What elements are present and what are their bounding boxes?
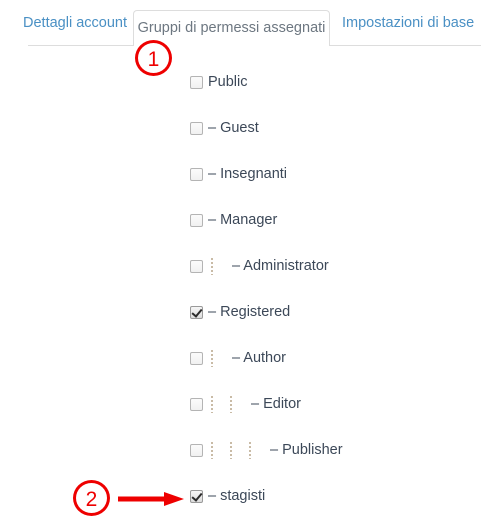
permission-group-label: – Manager <box>208 212 278 228</box>
tab-gruppi-di-permessi-assegnati[interactable]: Gruppi di permessi assegnati <box>133 10 330 46</box>
permission-group-label: – Guest <box>208 120 259 136</box>
permission-group-checkbox[interactable] <box>190 168 203 181</box>
annotation-arrow-icon <box>118 492 184 506</box>
tab-gruppi-di-permessi-assegnati-label: Gruppi di permessi assegnati <box>137 20 326 36</box>
tree-indent-guide <box>211 258 213 275</box>
permission-group-row: – Registered <box>0 302 503 326</box>
permission-group-row: – Editor <box>0 394 503 418</box>
permission-group-label: – Insegnanti <box>208 166 288 182</box>
tab-dettagli-account[interactable]: Dettagli account <box>23 14 127 32</box>
permission-group-row: – Insegnanti <box>0 164 503 188</box>
permission-group-checkbox[interactable] <box>190 490 203 503</box>
permission-group-row: Public <box>0 72 503 96</box>
permission-group-checkbox[interactable] <box>190 398 203 411</box>
permission-group-row: – Manager <box>0 210 503 234</box>
tree-indent-guide <box>249 442 251 459</box>
permission-group-checkbox[interactable] <box>190 214 203 227</box>
permission-group-row: – Administrator <box>0 256 503 280</box>
permission-group-row: – Publisher <box>0 440 503 464</box>
permission-group-label: – stagisti <box>208 488 266 504</box>
tree-indent-guide <box>211 396 213 413</box>
permission-group-checkbox[interactable] <box>190 260 203 273</box>
tree-indent-guide <box>230 442 232 459</box>
permission-group-label: Public <box>208 74 248 90</box>
permission-group-checkbox[interactable] <box>190 352 203 365</box>
permission-group-row: – Author <box>0 348 503 372</box>
tab-bar: Dettagli account Gruppi di permessi asse… <box>0 0 503 46</box>
tree-indent-guide <box>211 442 213 459</box>
permission-group-row: – Guest <box>0 118 503 142</box>
tree-indent-guide <box>211 350 213 367</box>
permission-group-label: – Publisher <box>270 442 343 458</box>
annotation-marker-1-label: 1 <box>147 48 160 71</box>
annotation-marker-2-label: 2 <box>85 488 98 511</box>
annotation-marker-2: 2 <box>73 480 110 516</box>
permission-group-label: – Registered <box>208 304 291 320</box>
annotation-marker-1: 1 <box>135 40 172 76</box>
tab-impostazioni-di-base[interactable]: Impostazioni di base <box>342 14 474 32</box>
permission-group-checkbox[interactable] <box>190 122 203 135</box>
permission-group-label: – Editor <box>251 396 301 412</box>
permission-group-checkbox[interactable] <box>190 76 203 89</box>
permission-group-label: – Author <box>232 350 287 366</box>
tree-indent-guide <box>230 396 232 413</box>
permission-group-checkbox[interactable] <box>190 306 203 319</box>
permission-group-label: – Administrator <box>232 258 329 274</box>
permission-group-checkbox[interactable] <box>190 444 203 457</box>
